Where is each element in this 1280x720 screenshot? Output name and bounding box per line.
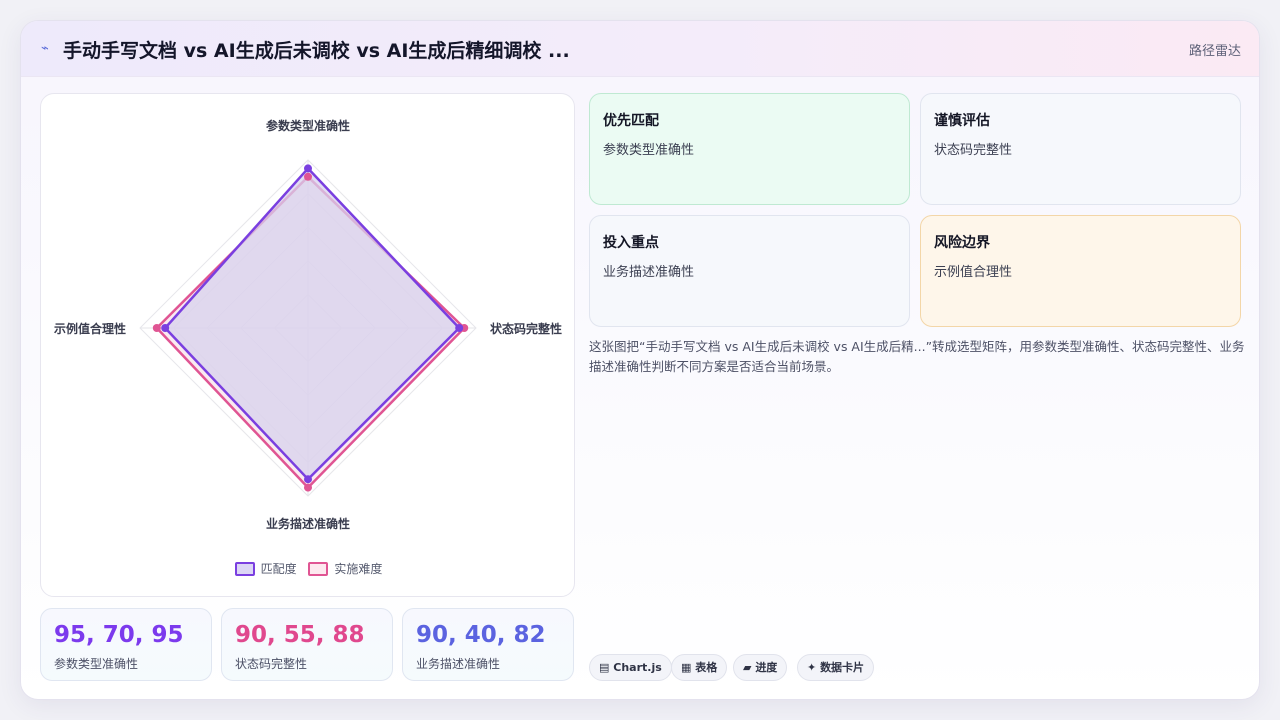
tile-title: 投入重点: [603, 235, 659, 251]
trend-icon: ⌁: [41, 41, 49, 56]
tag-progress[interactable]: ▰ 进度: [733, 654, 788, 681]
radar-chart-panel: 参数类型准确性状态码完整性业务描述准确性 示例值合理性 匹配度 实施难度: [40, 93, 575, 597]
tile-subtitle: 参数类型准确性: [603, 143, 695, 158]
tile-title: 谨慎评估: [934, 113, 990, 129]
legend-swatch-difficulty: [308, 561, 329, 576]
stat-card-2: 90, 55, 88 状态码完整性: [221, 608, 393, 681]
stat-value: 95, 70, 95: [54, 622, 184, 648]
tag-table[interactable]: ▦ 表格: [671, 654, 728, 681]
data-point-match: [455, 324, 464, 332]
axis-label: 参数类型准确性: [266, 118, 350, 133]
radar-tag: 路径雷达: [1188, 44, 1241, 59]
tile-investment-focus[interactable]: 投入重点 业务描述准确性: [589, 215, 910, 327]
tile-title: 风险边界: [934, 235, 990, 251]
tile-subtitle: 业务描述准确性: [603, 265, 695, 280]
stat-card-3: 90, 40, 82 业务描述准确性: [402, 608, 574, 681]
chart-icon: ▤: [599, 661, 610, 674]
stat-label: 状态码完整性: [235, 657, 308, 671]
series-area-match: [163, 167, 461, 481]
legend-item-difficulty[interactable]: 实施难度: [308, 560, 382, 577]
data-point-difficulty: [152, 324, 161, 332]
radar-chart: 参数类型准确性状态码完整性业务描述准确性 示例值合理性: [53, 118, 562, 531]
stat-value: 90, 40, 82: [416, 622, 546, 648]
tile-subtitle: 示例值合理性: [934, 265, 1013, 280]
tag-label: 表格: [695, 661, 718, 674]
tag-data-card[interactable]: ✦ 数据卡片: [797, 654, 875, 681]
page-title: 手动手写文档 vs AI生成后未调校 vs AI生成后精细调校 ...: [63, 40, 570, 62]
dashboard-card: ⌁ 手动手写文档 vs AI生成后未调校 vs AI生成后精细调校 ... 路径…: [20, 20, 1260, 700]
tile-risk-boundary[interactable]: 风险边界 示例值合理性: [920, 215, 1241, 327]
data-point-match: [304, 164, 312, 173]
tile-subtitle: 状态码完整性: [934, 143, 1013, 158]
progress-icon: ▰: [743, 661, 752, 674]
card-header: ⌁ 手动手写文档 vs AI生成后未调校 vs AI生成后精细调校 ... 路径…: [21, 21, 1259, 77]
legend-swatch-match: [234, 561, 255, 576]
axis-label: 状态码完整性: [490, 321, 562, 336]
tile-careful-evaluation[interactable]: 谨慎评估 状态码完整性: [920, 93, 1241, 205]
stat-value: 90, 55, 88: [235, 622, 365, 648]
stat-label: 参数类型准确性: [54, 657, 139, 671]
data-point-difficulty: [304, 483, 312, 492]
tile-title: 优先匹配: [603, 113, 659, 129]
legend-item-match[interactable]: 匹配度: [234, 560, 297, 577]
data-point-match: [304, 475, 312, 484]
axis-label: 示例值合理性: [53, 321, 126, 336]
tag-label: 数据卡片: [820, 661, 865, 674]
data-card-icon: ✦: [807, 661, 817, 674]
data-point-difficulty: [304, 172, 312, 181]
stat-label: 业务描述准确性: [416, 657, 501, 671]
axis-label: 业务描述准确性: [266, 516, 350, 531]
tile-priority-match[interactable]: 优先匹配 参数类型准确性: [589, 93, 910, 205]
legend-label-difficulty: 实施难度: [334, 562, 383, 576]
tag-label: 进度: [755, 661, 778, 674]
tag-label: Chart.js: [613, 661, 662, 674]
stat-card-1: 95, 70, 95 参数类型准确性: [40, 608, 212, 681]
chart-description: 这张图把“手动手写文档 vs AI生成后未调校 vs AI生成后精...”转成选…: [589, 339, 1245, 374]
tag-chartjs[interactable]: ▤ Chart.js: [589, 654, 672, 681]
table-icon: ▦: [681, 661, 692, 674]
chart-legend: 匹配度 实施难度: [41, 560, 576, 579]
data-point-match: [161, 324, 170, 332]
legend-label-match: 匹配度: [260, 562, 297, 576]
